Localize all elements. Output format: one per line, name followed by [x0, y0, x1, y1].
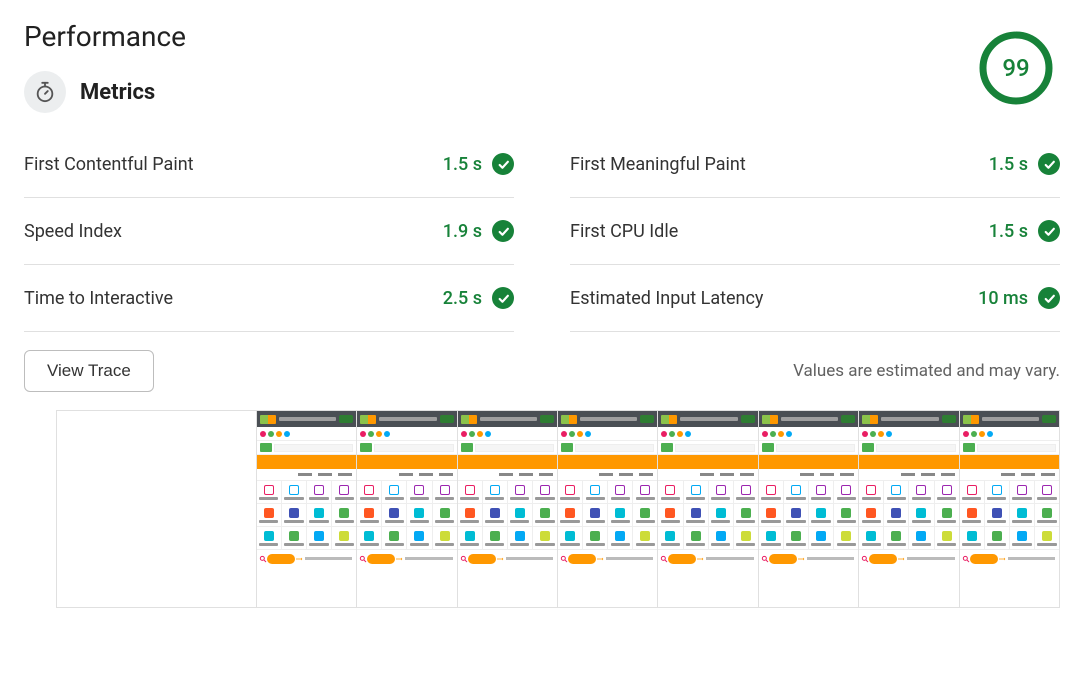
metric-value-group: 1.5 s	[989, 220, 1060, 242]
check-circle-icon	[1038, 220, 1060, 242]
filmstrip-frame	[859, 411, 959, 607]
stopwatch-icon	[24, 71, 66, 113]
metric-value: 10 ms	[978, 288, 1028, 309]
metric-value: 1.9 s	[443, 221, 482, 242]
check-circle-icon	[1038, 287, 1060, 309]
check-circle-icon	[492, 287, 514, 309]
metric-name: Speed Index	[24, 221, 122, 242]
metrics-section-label: Metrics	[80, 80, 155, 105]
metric-item: First CPU Idle 1.5 s	[570, 198, 1060, 265]
metric-value-group: 2.5 s	[443, 287, 514, 309]
metric-value: 1.5 s	[989, 154, 1028, 175]
filmstrip-frame	[759, 411, 859, 607]
filmstrip-blank-frame	[57, 411, 257, 607]
performance-score-value: 99	[978, 30, 1054, 106]
view-trace-button[interactable]: View Trace	[24, 350, 154, 392]
metric-item: Estimated Input Latency 10 ms	[570, 265, 1060, 332]
metric-value: 1.5 s	[443, 154, 482, 175]
metric-value-group: 1.5 s	[443, 153, 514, 175]
performance-score-gauge: 99	[978, 30, 1054, 106]
metric-item: Time to Interactive 2.5 s	[24, 265, 514, 332]
filmstrip-frame	[357, 411, 457, 607]
screenshot-filmstrip	[56, 410, 1060, 608]
metric-value-group: 1.5 s	[989, 153, 1060, 175]
metric-name: First CPU Idle	[570, 221, 678, 242]
metric-name: Time to Interactive	[24, 288, 173, 309]
page-title: Performance	[24, 20, 978, 53]
metric-value-group: 1.9 s	[443, 220, 514, 242]
metric-name: Estimated Input Latency	[570, 288, 763, 309]
metrics-grid: First Contentful Paint1.5 sFirst Meaning…	[24, 131, 1060, 332]
metric-item: First Contentful Paint 1.5 s	[24, 131, 514, 198]
check-circle-icon	[1038, 153, 1060, 175]
metric-name: First Meaningful Paint	[570, 154, 746, 175]
metrics-section-header: Metrics	[24, 71, 978, 113]
performance-report: Performance Metrics 99 Firs	[24, 20, 1060, 608]
metric-item: First Meaningful Paint 1.5 s	[570, 131, 1060, 198]
estimate-note: Values are estimated and may vary.	[793, 361, 1060, 381]
metric-value: 1.5 s	[989, 221, 1028, 242]
metric-item: Speed Index 1.9 s	[24, 198, 514, 265]
metric-value-group: 10 ms	[978, 287, 1060, 309]
check-circle-icon	[492, 153, 514, 175]
metrics-footer-row: View Trace Values are estimated and may …	[24, 350, 1060, 392]
header-row: Performance Metrics 99	[24, 20, 1060, 131]
filmstrip-frame	[960, 411, 1059, 607]
check-circle-icon	[492, 220, 514, 242]
filmstrip-frame	[257, 411, 357, 607]
filmstrip-frame	[458, 411, 558, 607]
filmstrip-frame	[658, 411, 758, 607]
header-left: Performance Metrics	[24, 20, 978, 131]
metric-name: First Contentful Paint	[24, 154, 194, 175]
metric-value: 2.5 s	[443, 288, 482, 309]
filmstrip-frame	[558, 411, 658, 607]
